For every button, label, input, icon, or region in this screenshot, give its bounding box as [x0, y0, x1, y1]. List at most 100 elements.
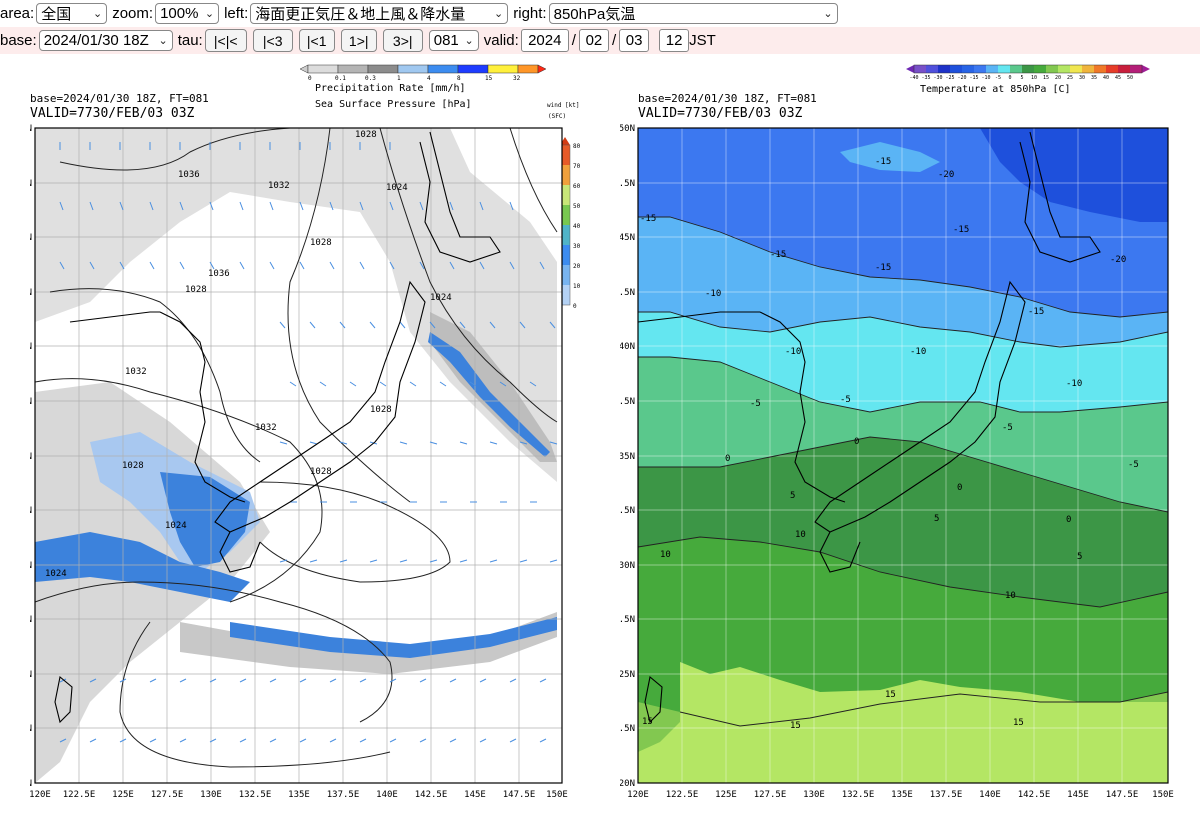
lon-tick: 127.5E [151, 790, 184, 800]
lat-tick: 25N [620, 670, 635, 680]
wind-legend-title: wind [kt] [547, 102, 580, 109]
isobar-label: 1036 [208, 269, 230, 279]
temperature-850hpa-map: -40 -35 -30 -25 -20 -15 -10 -5 0 5 10 15… [608, 64, 1174, 800]
lon-tick: 125E [715, 790, 737, 800]
forward-3-button[interactable]: 3>| [382, 29, 423, 52]
lat-tick: 40N [30, 342, 32, 352]
isobar-label: 1028 [310, 238, 332, 248]
valid-day-input[interactable]: 03 [619, 29, 650, 52]
lat-tick: 47.5N [620, 179, 635, 189]
wind-tick: 50 [573, 203, 580, 210]
isobar-label: 1032 [125, 367, 147, 377]
zoom-label: zoom: [112, 5, 154, 22]
isotherm-label: -5 [750, 399, 761, 409]
map-header-base: base=2024/01/30 18Z, FT=081 [30, 92, 209, 105]
isobar-label: 1036 [178, 170, 200, 180]
precip-tick: 0.1 [335, 75, 346, 82]
back-1-button[interactable]: |<1 [298, 29, 335, 52]
temperature-tick: 10 [1031, 75, 1037, 81]
temperature-tick: -25 [945, 75, 954, 81]
precip-tick: 0.3 [365, 75, 376, 82]
forward-1-button[interactable]: 1>| [340, 29, 377, 52]
isobar-label: 1032 [255, 423, 277, 433]
lat-tick: 40N [620, 342, 635, 352]
temperature-tick: 5 [1020, 75, 1023, 81]
temperature-tick: 15 [1043, 75, 1049, 81]
temperature-tick: -35 [921, 75, 930, 81]
isotherm-label: 5 [790, 491, 795, 501]
isotherm-label: -15 [875, 157, 891, 167]
tau-select[interactable]: 081 ⌄ [428, 30, 479, 51]
valid-year-input[interactable]: 2024 [520, 29, 569, 52]
isobar-label: 1024 [165, 521, 187, 531]
isotherm-label: 15 [1013, 718, 1024, 728]
valid-hour-input[interactable]: 12 [659, 29, 690, 52]
isobar-label: 1028 [122, 461, 144, 471]
temperature-tick: -15 [969, 75, 978, 81]
lat-tick: 25N [30, 670, 32, 680]
isotherm-label: -15 [770, 250, 786, 260]
isotherm-label: 0 [854, 437, 859, 447]
isotherm-label: -15 [953, 225, 969, 235]
temperature-tick: -40 [909, 75, 918, 81]
lon-tick: 150E [546, 790, 568, 800]
lon-tick: 147.5E [1106, 790, 1139, 800]
isotherm-label: -15 [1028, 307, 1044, 317]
isotherm-label: 0 [1066, 515, 1071, 525]
lat-tick: 30N [620, 561, 635, 571]
area-select[interactable]: 全国 ⌄ [36, 3, 108, 24]
precip-tick: 32 [513, 75, 521, 82]
lon-tick: 142.5E [415, 790, 448, 800]
lon-tick: 145E [464, 790, 486, 800]
lat-tick: 27.5N [620, 615, 635, 625]
lat-tick: 30N [30, 561, 32, 571]
lon-tick: 140E [979, 790, 1001, 800]
isotherm-label: 5 [934, 514, 939, 524]
lat-tick: 22.5N [30, 724, 32, 734]
isotherm-label: -10 [1066, 379, 1082, 389]
isobar-label: 1028 [355, 130, 377, 140]
first-button[interactable]: |<|< [204, 29, 247, 52]
wind-tick: 30 [573, 243, 580, 250]
isotherm-label: -10 [785, 347, 801, 357]
wind-tick: 40 [573, 223, 580, 230]
valid-month-input[interactable]: 02 [578, 29, 609, 52]
base-label: base: [0, 32, 37, 49]
wind-tick: 70 [573, 163, 580, 170]
lon-tick: 132.5E [239, 790, 272, 800]
zoom-select[interactable]: 100% ⌄ [155, 3, 220, 24]
date-separator: / [571, 32, 576, 49]
isobar-label: 1024 [386, 183, 408, 193]
lon-tick: 142.5E [1018, 790, 1051, 800]
lat-tick: 42.5N [30, 288, 32, 298]
temperature-tick: 0 [1008, 75, 1011, 81]
lon-tick: 120E [30, 790, 51, 800]
temperature-tick: 35 [1091, 75, 1097, 81]
isotherm-label: 10 [660, 550, 671, 560]
temperature-colorbar [906, 64, 1150, 74]
isotherm-label: 10 [795, 530, 806, 540]
back-3-button[interactable]: |<3 [252, 29, 293, 52]
lon-tick: 145E [1067, 790, 1089, 800]
isobar-label: 1032 [268, 181, 290, 191]
lat-tick: 20N [30, 779, 32, 789]
chevron-down-icon: ⌄ [92, 8, 103, 20]
right-label: right: [513, 5, 547, 22]
lon-tick: 135E [288, 790, 310, 800]
precip-tick: 15 [485, 75, 493, 82]
lat-tick: 22.5N [620, 724, 635, 734]
base-select[interactable]: 2024/01/30 18Z ⌄ [38, 30, 173, 51]
isotherm-label: -10 [705, 289, 721, 299]
left-layer-select[interactable]: 海面更正気圧＆地上風＆降水量 ⌄ [250, 3, 509, 24]
lon-tick: 137.5E [327, 790, 360, 800]
isobar-label: 1028 [310, 467, 332, 477]
right-layer-select[interactable]: 850hPa気温 ⌄ [548, 3, 838, 24]
wind-tick: 60 [573, 183, 580, 190]
isotherm-label: 15 [642, 717, 653, 727]
lat-tick: 35N [620, 452, 635, 462]
temperature-tick: 25 [1067, 75, 1073, 81]
temperature-legend-title: Temperature at 850hPa [C] [920, 84, 1071, 95]
temperature-tick: 30 [1079, 75, 1085, 81]
isotherm-label: -20 [938, 170, 954, 180]
isotherm-label: 10 [1005, 591, 1016, 601]
